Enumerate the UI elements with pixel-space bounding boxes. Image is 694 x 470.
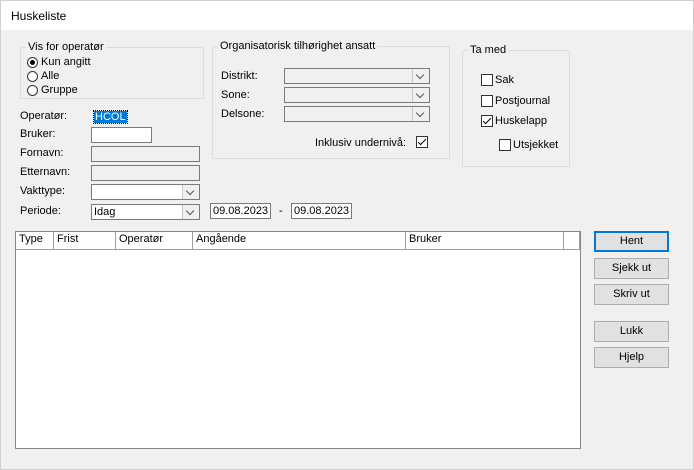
radio-gruppe-label[interactable]: Gruppe xyxy=(41,84,78,96)
lukk-button[interactable]: Lukk xyxy=(594,321,669,342)
vakttype-label: Vakttype: xyxy=(20,185,66,197)
periode-label: Periode: xyxy=(20,205,61,217)
postjournal-label[interactable]: Postjournal xyxy=(495,95,550,107)
fornavn-input xyxy=(91,146,200,162)
periode-value: Idag xyxy=(94,206,116,218)
etternavn-input xyxy=(91,165,200,181)
postjournal-checkbox[interactable] xyxy=(481,95,493,107)
radio-alle-label[interactable]: Alle xyxy=(41,70,59,82)
sak-label[interactable]: Sak xyxy=(495,74,514,86)
date-from-input[interactable]: 09.08.2023 xyxy=(210,203,271,219)
chevron-down-icon[interactable] xyxy=(412,88,429,102)
sjekk-ut-button[interactable]: Sjekk ut xyxy=(594,258,669,279)
chevron-down-icon[interactable] xyxy=(182,185,199,199)
etternavn-label: Etternavn: xyxy=(20,166,71,178)
date-from-value: 09.08.2023 xyxy=(213,205,269,217)
radio-alle[interactable] xyxy=(27,71,38,82)
operator-label: Operatør: xyxy=(20,110,68,122)
title-bar: Huskeliste xyxy=(1,1,693,30)
column-frist[interactable]: Frist xyxy=(54,232,116,249)
ta-med-legend: Ta med xyxy=(470,44,507,56)
bruker-input[interactable] xyxy=(91,127,152,143)
chevron-down-icon[interactable] xyxy=(182,205,199,219)
org-legend: Organisatorisk tilhørighet ansatt xyxy=(220,40,376,52)
column-bruker[interactable]: Bruker xyxy=(406,232,564,249)
bruker-label: Bruker: xyxy=(20,128,56,140)
distrikt-label: Distrikt: xyxy=(221,70,258,82)
utsjekket-checkbox[interactable] xyxy=(499,139,511,151)
hent-button[interactable]: Hent xyxy=(594,231,669,252)
column-type[interactable]: Type xyxy=(16,232,54,249)
utsjekket-label[interactable]: Utsjekket xyxy=(513,139,558,151)
distrikt-combo[interactable] xyxy=(284,68,430,84)
chevron-down-icon[interactable] xyxy=(412,69,429,83)
radio-gruppe[interactable] xyxy=(27,85,38,96)
column-operator[interactable]: Operatør xyxy=(116,232,193,249)
periode-combo[interactable]: Idag xyxy=(91,204,200,220)
window-title: Huskeliste xyxy=(11,9,67,23)
vis-for-operator-legend: Vis for operatør xyxy=(28,41,104,53)
date-to-input[interactable]: 09.08.2023 xyxy=(291,203,352,219)
date-to-value: 09.08.2023 xyxy=(294,205,350,217)
inklusiv-checkbox[interactable] xyxy=(416,136,428,148)
column-filler xyxy=(564,232,580,249)
vakttype-combo[interactable] xyxy=(91,184,200,200)
delsone-combo[interactable] xyxy=(284,106,430,122)
column-angaende[interactable]: Angående xyxy=(193,232,406,249)
chevron-down-icon[interactable] xyxy=(412,107,429,121)
sone-label: Sone: xyxy=(221,89,250,101)
radio-kun-angitt[interactable] xyxy=(27,57,38,68)
hjelp-button[interactable]: Hjelp xyxy=(594,347,669,368)
operator-value: HCOL xyxy=(93,110,128,124)
date-separator: - xyxy=(279,205,283,217)
huskelapp-checkbox[interactable] xyxy=(481,115,493,127)
results-list[interactable]: Type Frist Operatør Angående Bruker xyxy=(15,231,581,449)
delsone-label: Delsone: xyxy=(221,108,265,120)
operator-input[interactable]: HCOL xyxy=(91,109,165,125)
radio-kun-angitt-label[interactable]: Kun angitt xyxy=(41,56,91,68)
sak-checkbox[interactable] xyxy=(481,74,493,86)
sone-combo[interactable] xyxy=(284,87,430,103)
huskelapp-label[interactable]: Huskelapp xyxy=(495,115,547,127)
list-header: Type Frist Operatør Angående Bruker xyxy=(16,232,580,250)
inklusiv-label: Inklusiv undernivå: xyxy=(315,137,407,149)
fornavn-label: Fornavn: xyxy=(20,147,64,159)
skriv-ut-button[interactable]: Skriv ut xyxy=(594,284,669,305)
